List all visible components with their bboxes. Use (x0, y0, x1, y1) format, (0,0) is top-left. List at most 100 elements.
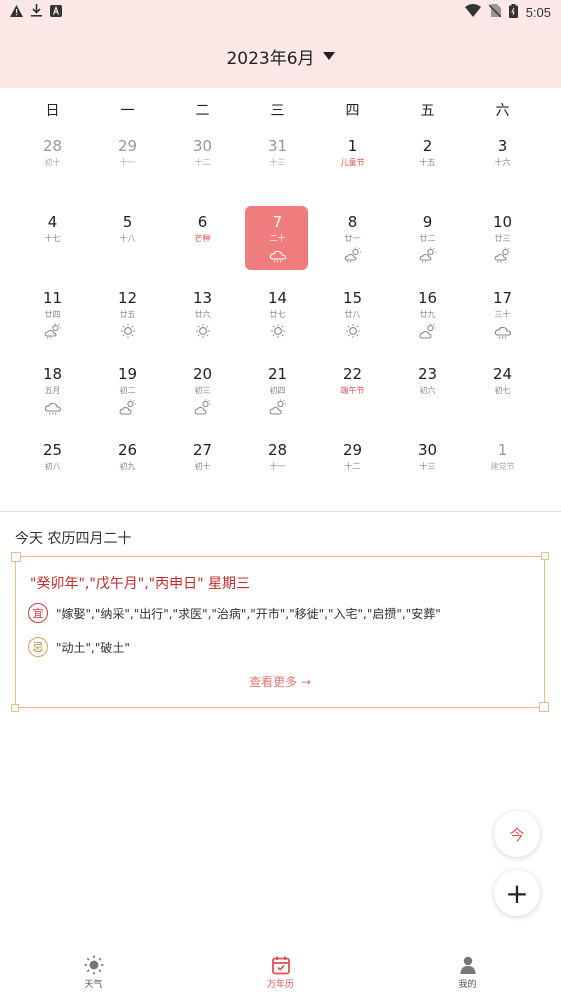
calendar-grid: 28 初十 29 十一 30 十二 31 十三 1 儿童节 2 十五 3 十六 4 十七 5 十八 6 芒种 7 二十 8 廿… (15, 130, 540, 510)
day-cell[interactable]: 18 五月 (15, 358, 90, 434)
nav-calendar[interactable]: 万年历 (187, 947, 374, 997)
day-cell[interactable]: 25 初八 (15, 434, 90, 510)
weekday-label: 五 (420, 103, 435, 119)
day-cell[interactable]: 4 十七 (15, 206, 90, 282)
wifi-icon (464, 4, 481, 20)
day-cell[interactable]: 30 十三 (390, 434, 465, 510)
day-cell[interactable]: 11 廿四 (15, 282, 90, 358)
sun-icon (84, 955, 103, 974)
day-cell[interactable]: 3 十六 (465, 130, 540, 206)
calendar-header: 2023年6月 (0, 24, 561, 88)
lunar-date: 廿一 (344, 234, 361, 243)
day-cell[interactable]: 31 十三 (240, 130, 315, 206)
day-cell-today[interactable]: 7 二十 (240, 206, 315, 282)
day-cell[interactable]: 26 初九 (90, 434, 165, 510)
lunar-date: 廿五 (119, 310, 136, 319)
weekday-row: 日一二三四五六 (0, 100, 561, 128)
lunar-date: 三十 (494, 310, 511, 319)
sunny-icon (120, 324, 135, 338)
day-cell[interactable]: 16 廿九 (390, 282, 465, 358)
lunar-date: 初三 (194, 386, 211, 395)
sun-shower-icon (419, 247, 436, 263)
day-number: 18 (42, 365, 63, 383)
lunar-date: 十六 (494, 158, 511, 167)
day-cell[interactable]: 9 廿二 (390, 206, 465, 282)
lunar-date: 廿七 (269, 310, 286, 319)
lunar-date: 初十 (44, 158, 61, 167)
day-number: 4 (47, 213, 58, 231)
ji-row: 忌 "动土","破土" (28, 637, 130, 657)
day-cell[interactable]: 27 初十 (165, 434, 240, 510)
lunar-date: 十一 (269, 462, 286, 471)
yi-text: "嫁娶","纳采","出行","求医","治病","开市","移徙","入宅",… (56, 606, 441, 621)
day-cell[interactable]: 23 初六 (390, 358, 465, 434)
day-cell[interactable]: 29 十一 (90, 130, 165, 206)
day-cell[interactable]: 28 初十 (15, 130, 90, 206)
day-cell[interactable]: 14 廿七 (240, 282, 315, 358)
lunar-date: 初四 (269, 386, 286, 395)
day-cell[interactable]: 21 初四 (240, 358, 315, 434)
day-cell[interactable]: 2 十五 (390, 130, 465, 206)
day-cell[interactable]: 30 十二 (165, 130, 240, 206)
view-more-link[interactable]: 查看更多 → (16, 673, 544, 690)
day-cell[interactable]: 8 廿一 (315, 206, 390, 282)
day-number: 5 (122, 213, 133, 231)
month-selector[interactable]: 2023年6月 (226, 44, 335, 69)
day-number: 12 (117, 289, 138, 307)
lunar-date: 初二 (119, 386, 136, 395)
day-cell[interactable]: 24 初七 (465, 358, 540, 434)
status-bar: 5:05 (0, 0, 561, 24)
lunar-date: 初七 (494, 386, 511, 395)
day-cell[interactable]: 10 廿三 (465, 206, 540, 282)
day-number: 28 (267, 441, 288, 459)
day-number: 29 (342, 441, 363, 459)
lunar-date: 二十 (269, 234, 286, 243)
lunar-date: 初九 (119, 462, 136, 471)
lunar-date: 十五 (419, 158, 436, 167)
day-cell[interactable]: 17 三十 (465, 282, 540, 358)
card-corner (541, 552, 549, 560)
lunar-date: 五月 (44, 386, 61, 395)
day-cell[interactable]: 6 芒种 (165, 206, 240, 282)
day-cell[interactable]: 13 廿六 (165, 282, 240, 358)
day-cell[interactable]: 12 廿五 (90, 282, 165, 358)
day-cell[interactable]: 28 十一 (240, 434, 315, 510)
lunar-date: 十七 (44, 234, 61, 243)
day-cell[interactable]: 15 廿八 (315, 282, 390, 358)
almanac-card: "癸卯年","戊午月","丙申日" 星期三 宜 "嫁娶","纳采","出行","… (11, 552, 549, 712)
lunar-date: 廿八 (344, 310, 361, 319)
day-cell[interactable]: 1 建党节 (465, 434, 540, 510)
go-today-button[interactable]: 今 (494, 811, 540, 857)
day-number: 19 (117, 365, 138, 383)
ganzhi-text: "癸卯年","戊午月","丙申日" 星期三 (30, 576, 250, 592)
ji-badge: 忌 (28, 637, 48, 657)
yi-badge: 宜 (28, 603, 48, 623)
lunar-date: 芒种 (194, 234, 211, 243)
user-icon (460, 956, 475, 974)
weekday-label: 四 (345, 103, 360, 119)
day-number: 1 (497, 441, 508, 459)
rain-icon (269, 250, 286, 263)
nav-weather[interactable]: 天气 (0, 947, 187, 997)
day-cell[interactable]: 19 初二 (90, 358, 165, 434)
day-number: 23 (417, 365, 438, 383)
lunar-date: 十二 (344, 462, 361, 471)
day-cell[interactable]: 1 儿童节 (315, 130, 390, 206)
day-cell[interactable]: 29 十二 (315, 434, 390, 510)
day-number: 15 (342, 289, 363, 307)
day-cell[interactable]: 5 十八 (90, 206, 165, 282)
day-number: 3 (497, 137, 508, 155)
day-number: 31 (267, 137, 288, 155)
sun-shower-icon (44, 323, 61, 339)
day-cell[interactable]: 22 端午节 (315, 358, 390, 434)
day-cell[interactable]: 20 初三 (165, 358, 240, 434)
bottom-nav: 天气 万年历 我的 (0, 947, 561, 997)
partly-cloudy-icon (419, 323, 436, 339)
nav-mine[interactable]: 我的 (374, 947, 561, 997)
lunar-date: 初八 (44, 462, 61, 471)
lunar-date: 廿三 (494, 234, 511, 243)
add-event-button[interactable]: + (494, 870, 540, 916)
battery-icon (508, 3, 518, 21)
lunar-date: 建党节 (490, 462, 515, 471)
download-icon (31, 4, 42, 20)
